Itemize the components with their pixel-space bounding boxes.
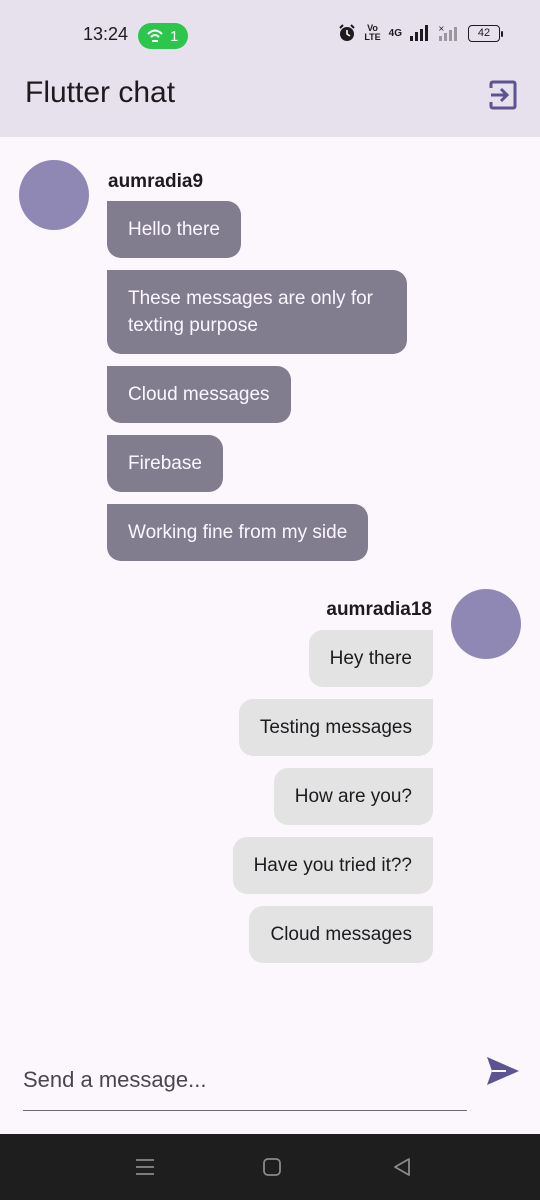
message-input[interactable] bbox=[23, 1049, 467, 1111]
sender-name: aumradia18 bbox=[326, 599, 432, 620]
message-bubble: Hey there bbox=[308, 630, 433, 687]
sender-name: aumradia9 bbox=[108, 171, 204, 192]
menu-icon bbox=[136, 1159, 154, 1175]
system-nav-bar bbox=[0, 1134, 540, 1200]
message-bubble: Cloud messages bbox=[107, 366, 291, 423]
message-bubble: These messages are only for texting purp… bbox=[107, 270, 407, 354]
app-bar: Flutter chat bbox=[0, 70, 540, 137]
message-bubble: Working fine from my side bbox=[107, 504, 369, 561]
logout-button[interactable] bbox=[487, 79, 519, 111]
message-bubble: Hello there bbox=[107, 201, 241, 258]
avatar bbox=[451, 589, 521, 659]
network-type: 4G bbox=[388, 27, 402, 39]
battery-indicator: 42 bbox=[468, 24, 503, 42]
hotspot-icon bbox=[147, 29, 163, 42]
battery-level: 42 bbox=[477, 27, 491, 39]
send-button[interactable] bbox=[485, 1055, 521, 1087]
back-button[interactable] bbox=[389, 1154, 415, 1180]
message-bubble: How are you? bbox=[273, 768, 433, 825]
home-icon bbox=[263, 1158, 281, 1176]
alarm-icon bbox=[339, 24, 356, 41]
message-bubble: Testing messages bbox=[238, 699, 433, 756]
home-button[interactable] bbox=[259, 1154, 285, 1180]
signal-icon bbox=[410, 25, 428, 41]
message-composer bbox=[0, 1027, 540, 1134]
send-icon bbox=[487, 1057, 519, 1085]
svg-text:×: × bbox=[438, 25, 445, 33]
volte-indicator: Vo LTE bbox=[364, 23, 381, 42]
logout-icon bbox=[489, 80, 517, 110]
status-time: 13:24 bbox=[83, 24, 129, 44]
recents-button[interactable] bbox=[132, 1154, 158, 1180]
message-bubble: Cloud messages bbox=[249, 906, 433, 963]
page-title: Flutter chat bbox=[25, 76, 176, 109]
avatar bbox=[19, 160, 89, 230]
chat-list[interactable]: aumradia9 Hello there These messages are… bbox=[0, 137, 540, 1027]
signal-icon-sim2: × bbox=[438, 25, 457, 41]
back-icon bbox=[394, 1158, 410, 1176]
hotspot-count: 1 bbox=[170, 27, 179, 45]
status-icons: Vo LTE 4G × 42 bbox=[338, 23, 503, 42]
message-bubble: Have you tried it?? bbox=[232, 837, 433, 894]
message-bubble: Firebase bbox=[107, 435, 223, 492]
hotspot-indicator: 1 bbox=[138, 23, 188, 49]
status-bar: 13:24 1 Vo LTE 4G × 42 bbox=[0, 0, 540, 70]
